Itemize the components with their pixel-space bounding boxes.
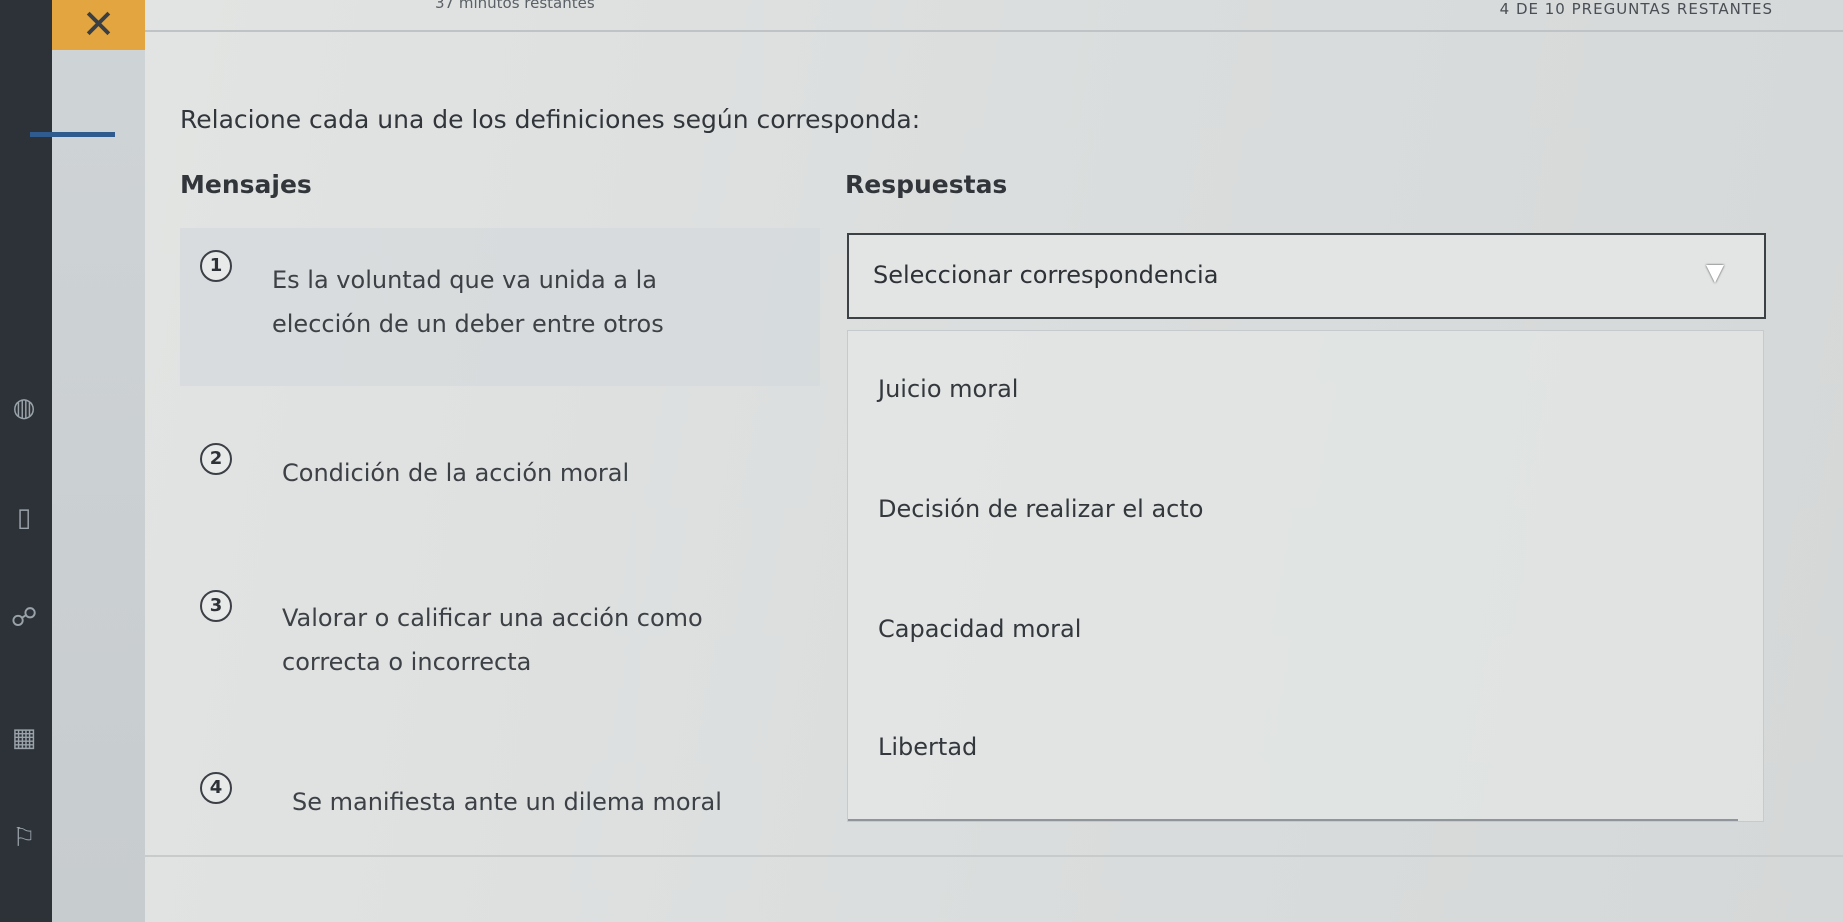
column-title-mensajes: Mensajes xyxy=(180,170,312,199)
question-text: Valorar o calificar una acción como corr… xyxy=(282,604,703,676)
option-juicio-moral[interactable]: Juicio moral xyxy=(874,373,1022,405)
option-decision-realizar-acto[interactable]: Decisión de realizar el acto xyxy=(874,493,1207,525)
select-placeholder: Seleccionar correspondencia xyxy=(873,261,1219,289)
dropdown-bottom-border xyxy=(848,819,1738,821)
question-text: Es la voluntad que va unida a la elecció… xyxy=(272,266,664,338)
option-libertad[interactable]: Libertad xyxy=(874,731,981,763)
globe-icon[interactable]: ◍ xyxy=(6,390,42,426)
rail-active-indicator xyxy=(30,132,115,137)
grid-icon[interactable]: ▦ xyxy=(6,720,42,756)
people-icon[interactable]: ☍ xyxy=(6,600,42,636)
question-number: 3 xyxy=(200,590,232,622)
option-capacidad-moral[interactable]: Capacidad moral xyxy=(874,613,1085,645)
question-text: Se manifiesta ante un dilema moral xyxy=(292,788,722,816)
flag-icon[interactable]: ⚐ xyxy=(6,820,42,856)
dropdown-options-list: Juicio moral Decisión de realizar el act… xyxy=(847,330,1764,822)
question-text: Condición de la acción moral xyxy=(282,459,630,487)
question-number: 4 xyxy=(200,772,232,804)
question-number: 1 xyxy=(200,250,232,282)
top-bar: 37 minutos restantes 4 DE 10 PREGUNTAS R… xyxy=(145,0,1843,32)
close-icon: ✕ xyxy=(81,2,116,48)
timer-text: 37 minutos restantes xyxy=(435,0,595,12)
document-icon[interactable]: ▯ xyxy=(6,500,42,536)
left-dark-strip xyxy=(0,0,52,922)
close-button[interactable]: ✕ xyxy=(52,0,145,50)
question-number: 2 xyxy=(200,443,232,475)
correspondence-select[interactable]: Seleccionar correspondencia xyxy=(847,233,1766,319)
instruction-text: Relacione cada una de los definiciones s… xyxy=(180,105,921,134)
column-title-respuestas: Respuestas xyxy=(845,170,1008,199)
questions-remaining: 4 DE 10 PREGUNTAS RESTANTES xyxy=(1499,0,1773,18)
cursor-arrow-icon xyxy=(1706,265,1724,283)
content-divider xyxy=(145,855,1843,857)
